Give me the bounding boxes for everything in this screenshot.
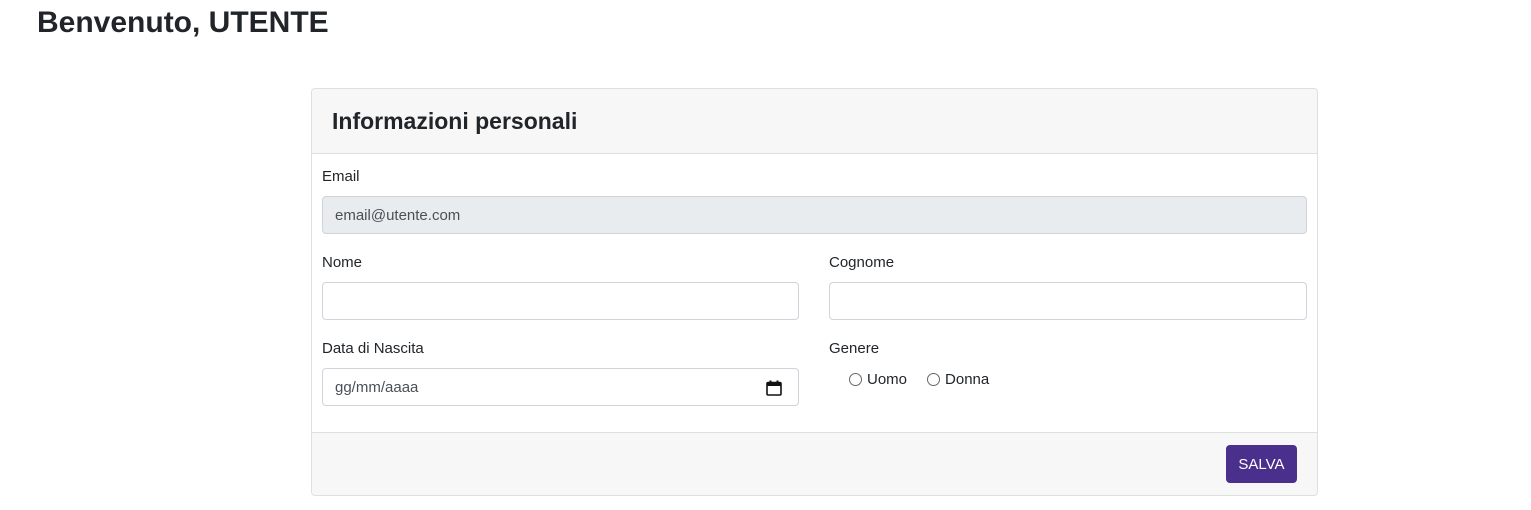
cognome-field[interactable] bbox=[829, 282, 1307, 320]
cognome-label: Cognome bbox=[829, 254, 895, 271]
card-footer: SALVA bbox=[312, 432, 1317, 495]
email-label: Email bbox=[322, 168, 360, 185]
email-value: email@utente.com bbox=[335, 206, 461, 224]
nome-label: Nome bbox=[322, 254, 363, 271]
radio-button[interactable] bbox=[927, 373, 941, 386]
radio-donna-label: Donna bbox=[945, 371, 990, 388]
personal-info-card: Informazioni personali Email email@utent… bbox=[311, 88, 1318, 496]
radio-donna[interactable]: Donna bbox=[927, 371, 989, 388]
nome-field[interactable] bbox=[322, 282, 799, 320]
genere-label: Genere bbox=[829, 340, 880, 357]
radio-uomo-label: Uomo bbox=[867, 371, 908, 388]
page-title: Benvenuto, UTENTE bbox=[37, 6, 329, 39]
gender-radio-group: Uomo Donna bbox=[849, 371, 1009, 388]
calendar-icon[interactable] bbox=[766, 380, 782, 396]
card-header: Informazioni personali bbox=[312, 89, 1317, 154]
radio-button[interactable] bbox=[849, 373, 862, 386]
date-placeholder: gg/mm/aaaa bbox=[335, 378, 419, 396]
card-body: Email email@utente.com Nome Cognome Data… bbox=[312, 154, 1317, 432]
save-button[interactable]: SALVA bbox=[1226, 445, 1297, 483]
email-field[interactable]: email@utente.com bbox=[322, 196, 1307, 234]
radio-uomo[interactable]: Uomo bbox=[849, 371, 907, 388]
date-of-birth-field[interactable]: gg/mm/aaaa bbox=[322, 368, 799, 406]
data-nascita-label: Data di Nascita bbox=[322, 340, 424, 357]
card-title: Informazioni personali bbox=[332, 107, 578, 134]
